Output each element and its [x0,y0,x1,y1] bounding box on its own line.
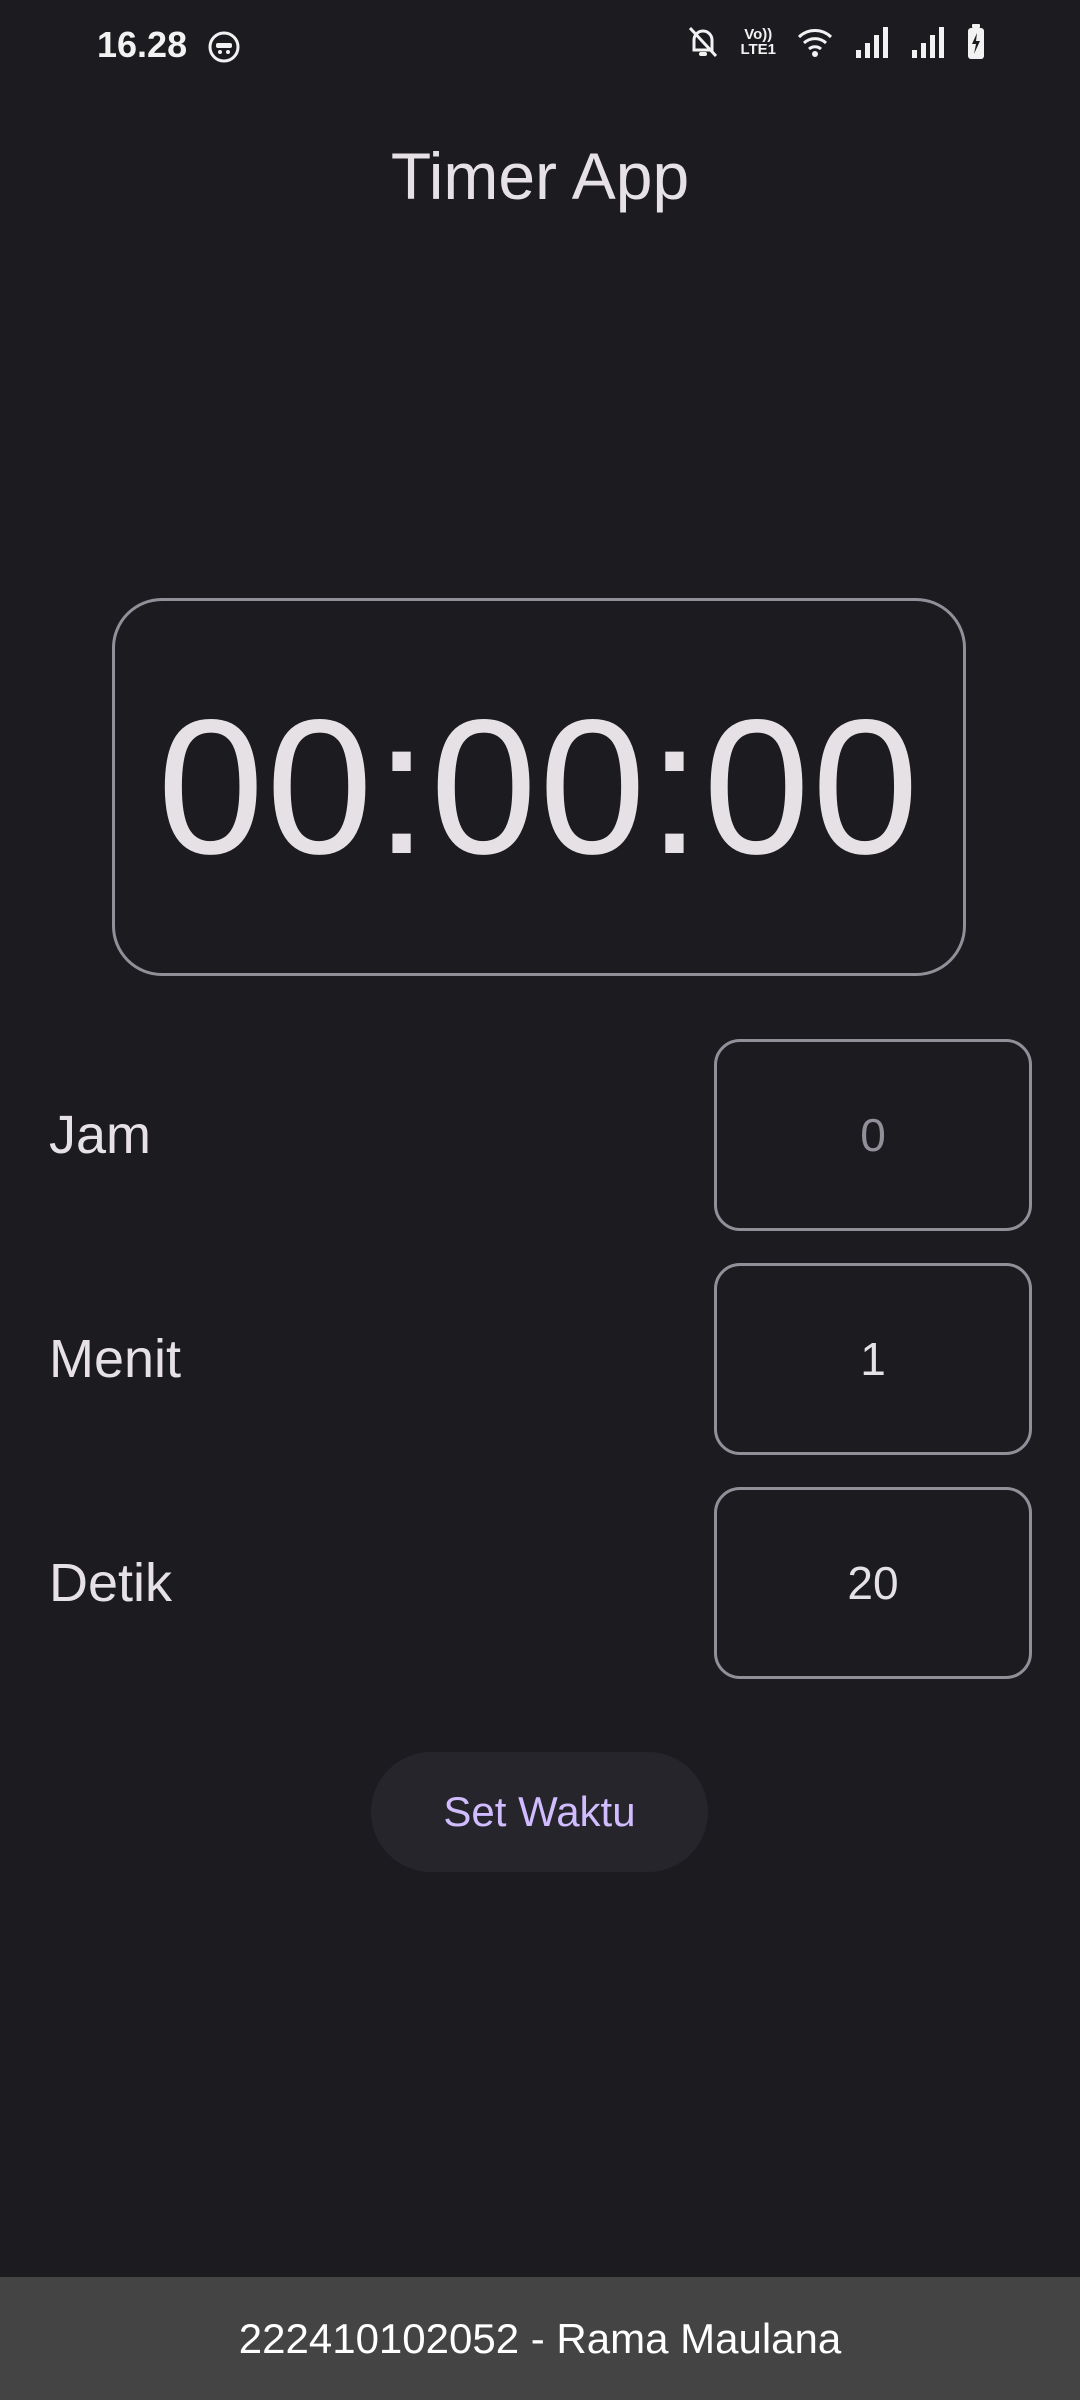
volte-label-top: Vo)) [744,26,773,43]
seconds-label: Detik [49,1553,173,1613]
wifi-icon [796,26,834,58]
volte-label-bottom: LTE1 [740,41,776,58]
seconds-input[interactable]: 20 [714,1487,1032,1679]
hours-row: Jam 0 [0,1039,1080,1231]
minutes-label: Menit [49,1329,182,1389]
set-time-button-label: Set Waktu [443,1788,636,1835]
minutes-row: Menit 1 [0,1263,1080,1455]
signal-1-icon [854,26,890,58]
footer-text: 222410102052 - Rama Maulana [238,2314,842,2362]
status-icons: Vo)) LTE1 [686,24,986,60]
signal-2-icon [910,26,946,58]
minutes-input[interactable]: 1 [714,1263,1032,1455]
seconds-input-value: 20 [847,1557,899,1609]
face-notification-icon [208,31,240,63]
status-bar: 16.28 Vo)) LTE1 [0,0,1080,100]
battery-charging-icon [966,24,986,60]
hours-input[interactable]: 0 [714,1039,1032,1231]
volte-icon: Vo)) LTE1 [740,27,776,57]
hours-label: Jam [49,1105,152,1165]
app-title: Timer App [390,139,690,213]
minutes-input-value: 1 [860,1333,886,1385]
timer-box: 00:00:00 [112,598,966,976]
seconds-row: Detik 20 [0,1487,1080,1679]
status-time: 16.28 [97,24,188,65]
footer-banner: 222410102052 - Rama Maulana [0,2277,1080,2400]
hours-input-placeholder: 0 [860,1109,886,1161]
bell-off-icon [686,24,720,60]
set-time-button[interactable]: Set Waktu [371,1752,708,1872]
timer-display: 00:00:00 [157,679,921,894]
